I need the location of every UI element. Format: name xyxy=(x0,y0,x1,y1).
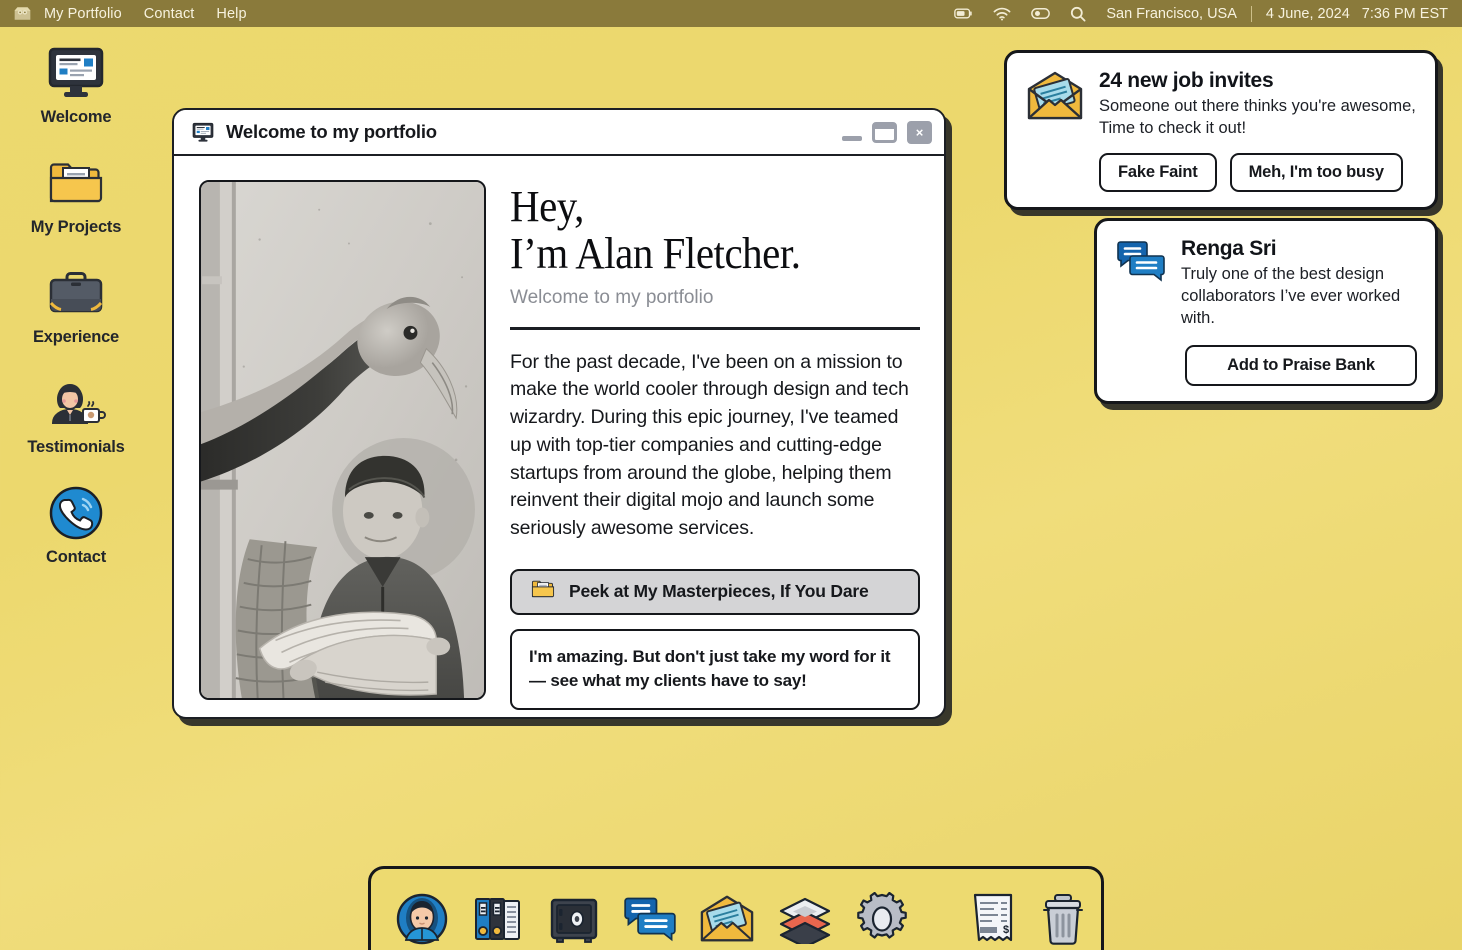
close-button[interactable]: × xyxy=(907,121,932,144)
folder-document-icon xyxy=(47,152,105,214)
dock: $ xyxy=(368,866,1104,950)
sidebar-item-label: My Projects xyxy=(31,218,121,237)
gear-settings-icon xyxy=(855,892,909,950)
trash-bin-icon xyxy=(1039,892,1087,950)
monitor-icon xyxy=(192,121,214,143)
sidebar-item-my-projects[interactable]: My Projects xyxy=(0,152,152,262)
envelope-mail-icon xyxy=(1025,69,1085,192)
dock-item-messages[interactable] xyxy=(623,893,677,949)
svg-text:$: $ xyxy=(1003,924,1009,936)
sidebar-item-label: Contact xyxy=(46,548,106,567)
box-logo-icon[interactable] xyxy=(12,4,32,24)
window-title: Welcome to my portfolio xyxy=(226,121,437,143)
chat-bubbles-icon xyxy=(623,895,677,948)
sidebar-item-welcome[interactable]: Welcome xyxy=(0,42,152,152)
sidebar-item-contact[interactable]: Contact xyxy=(0,482,152,592)
envelope-mail-icon xyxy=(699,894,755,949)
chat-bubbles-icon xyxy=(1115,237,1167,386)
dock-item-avatar[interactable] xyxy=(395,893,449,949)
too-busy-button[interactable]: Meh, I'm too busy xyxy=(1230,153,1403,192)
notification-actions: Add to Praise Bank xyxy=(1181,345,1417,386)
menu-date[interactable]: 4 June, 2024 xyxy=(1266,6,1350,22)
portrait-photo xyxy=(199,180,486,700)
sidebar-item-label: Welcome xyxy=(41,108,112,127)
divider xyxy=(510,327,920,330)
notification-body: Renga Sri Truly one of the best design c… xyxy=(1181,237,1417,386)
bio-paragraph: For the past decade, I've been on a miss… xyxy=(510,349,920,543)
dock-item-mail[interactable] xyxy=(699,893,755,949)
dock-item-settings[interactable] xyxy=(855,893,909,949)
menu-bar-status-area: San Francisco, USA 4 June, 2024 7:36 PM … xyxy=(954,6,1448,22)
briefcase-icon xyxy=(47,262,105,324)
layers-stack-icon xyxy=(777,894,833,949)
menu-item-help[interactable]: Help xyxy=(216,6,246,22)
receipt-invoice-icon: $ xyxy=(969,892,1017,950)
window-content: Hey, I’m Alan Fletcher. Welcome to my po… xyxy=(510,180,920,710)
desktop-sidebar: Welcome My Projects Ex xyxy=(0,42,152,592)
sidebar-item-label: Experience xyxy=(33,328,119,347)
menu-location[interactable]: San Francisco, USA xyxy=(1106,6,1237,22)
sidebar-item-label: Testimonials xyxy=(27,438,124,457)
sidebar-item-experience[interactable]: Experience xyxy=(0,262,152,372)
testimonial-teaser-text: I'm amazing. But don't just take my word… xyxy=(529,645,901,693)
person-coffee-icon xyxy=(45,372,107,434)
avatar-profile-icon xyxy=(395,892,449,950)
greeting-line-1: Hey, xyxy=(510,184,891,231)
notification-job-invites[interactable]: 24 new job invites Someone out there thi… xyxy=(1004,50,1438,210)
dock-item-binders[interactable] xyxy=(471,893,525,949)
menu-bar: My Portfolio Contact Help xyxy=(0,0,1462,27)
sidebar-item-testimonials[interactable]: Testimonials xyxy=(0,372,152,482)
portfolio-window: Welcome to my portfolio × xyxy=(172,108,946,719)
add-to-praise-bank-button[interactable]: Add to Praise Bank xyxy=(1185,345,1417,386)
fake-faint-button[interactable]: Fake Faint xyxy=(1099,153,1217,192)
menu-item-my-portfolio[interactable]: My Portfolio xyxy=(44,6,122,22)
search-icon[interactable] xyxy=(1070,6,1086,22)
dock-item-receipt[interactable]: $ xyxy=(969,893,1017,949)
wifi-icon[interactable] xyxy=(993,7,1011,21)
safe-vault-icon xyxy=(547,892,601,950)
notification-title: Renga Sri xyxy=(1181,237,1417,261)
dock-item-safe[interactable] xyxy=(547,893,601,949)
menu-item-contact[interactable]: Contact xyxy=(144,6,195,22)
testimonial-teaser[interactable]: I'm amazing. But don't just take my word… xyxy=(510,629,920,710)
notification-description: Someone out there thinks you're awesome,… xyxy=(1099,96,1417,140)
view-projects-button[interactable]: Peek at My Masterpieces, If You Dare xyxy=(510,569,920,615)
notification-testimonial[interactable]: Renga Sri Truly one of the best design c… xyxy=(1094,218,1438,404)
window-title-bar: Welcome to my portfolio × xyxy=(174,110,944,156)
greeting-line-2: I’m Alan Fletcher. xyxy=(510,231,891,278)
menu-divider xyxy=(1251,6,1252,22)
menu-time[interactable]: 7:36 PM EST xyxy=(1362,6,1448,22)
notification-body: 24 new job invites Someone out there thi… xyxy=(1099,69,1417,192)
dock-item-layers[interactable] xyxy=(777,893,833,949)
minimize-button[interactable] xyxy=(842,136,862,141)
battery-icon[interactable] xyxy=(954,7,973,20)
folder-document-icon xyxy=(530,578,556,605)
binders-files-icon xyxy=(471,892,525,950)
phone-ring-icon xyxy=(48,482,104,544)
dock-item-trash[interactable] xyxy=(1039,893,1087,949)
control-center-icon[interactable] xyxy=(1031,7,1050,20)
window-controls: × xyxy=(842,121,932,144)
notification-actions: Fake Faint Meh, I'm too busy xyxy=(1099,153,1417,192)
window-body: Hey, I’m Alan Fletcher. Welcome to my po… xyxy=(174,156,944,719)
notification-description: Truly one of the best design collaborato… xyxy=(1181,264,1417,329)
maximize-button[interactable] xyxy=(872,122,897,143)
page-subtitle: Welcome to my portfolio xyxy=(510,287,920,309)
view-projects-label: Peek at My Masterpieces, If You Dare xyxy=(569,581,869,602)
monitor-icon xyxy=(47,42,105,104)
notification-title: 24 new job invites xyxy=(1099,69,1417,93)
